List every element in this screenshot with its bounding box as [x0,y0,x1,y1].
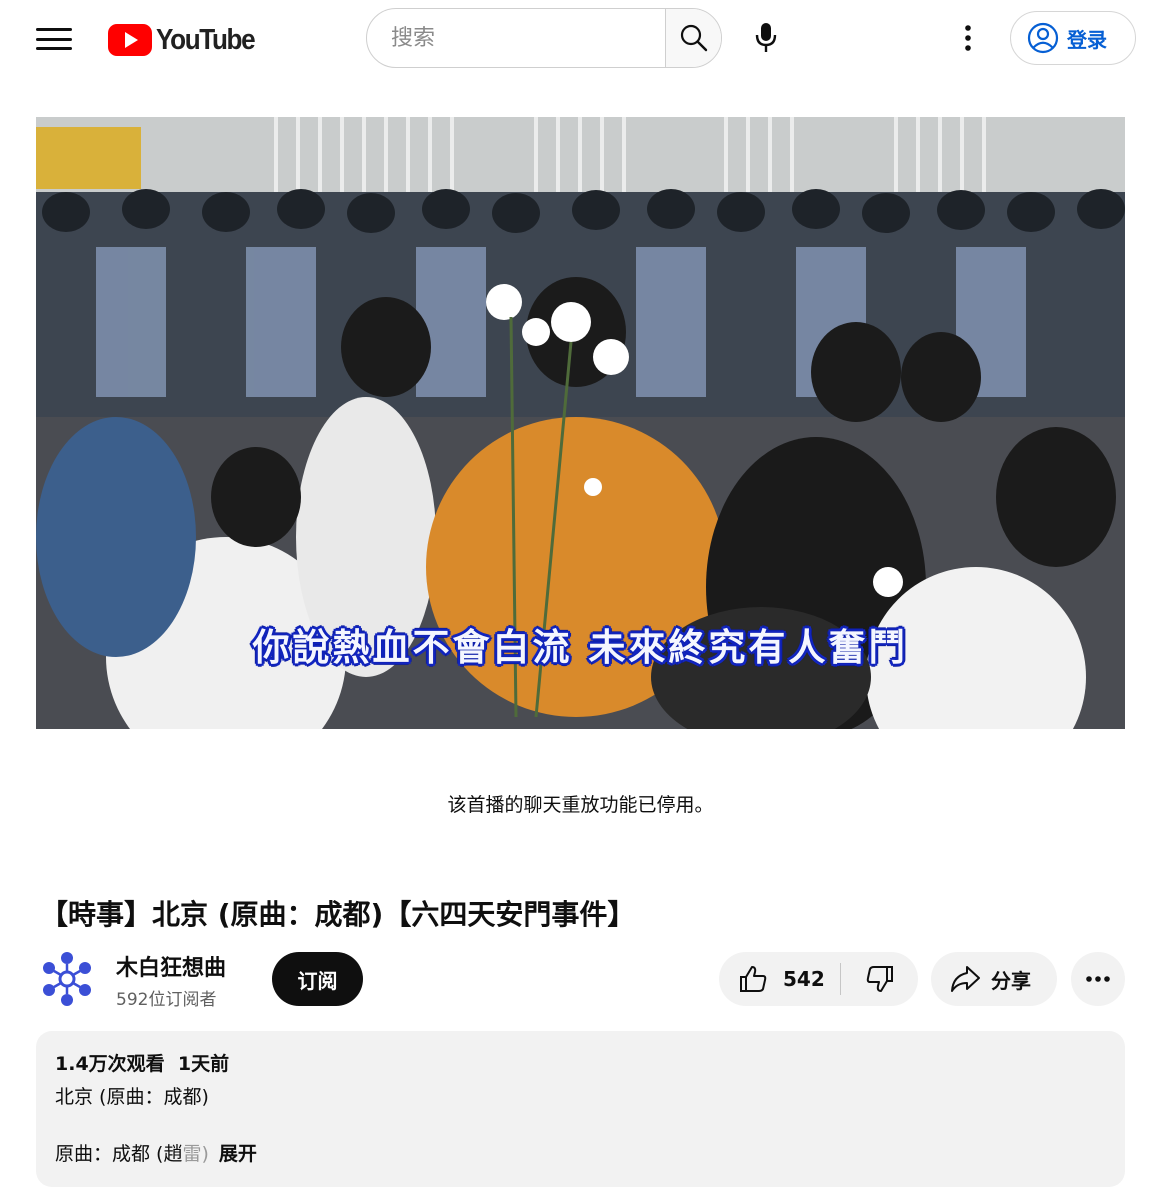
dislike-button[interactable] [841,952,918,1006]
description-box[interactable]: 1.4万次观看 1天前 北京 (原曲：成都) 原曲：成都 (趙雷) 展开 [36,1031,1125,1187]
search-icon [680,24,707,52]
menu-button[interactable] [36,22,72,56]
search-input[interactable] [367,9,665,67]
sign-in-label: 登录 [1067,27,1107,52]
expand-description-button[interactable]: 展开 [219,1143,257,1165]
view-stats: 1.4万次观看 1天前 [55,1049,1106,1076]
description-line: 北京 (原曲：成都) [55,1086,209,1108]
top-bar: YouTube 登录 [0,0,1161,80]
thumbs-down-icon [866,966,893,992]
share-arrow-icon [951,966,980,992]
share-button[interactable]: 分享 [931,952,1057,1006]
description-text: 原曲：成都 (趙 [55,1143,183,1165]
like-count: 542 [783,967,825,991]
chat-replay-notice: 该首播的聊天重放功能已停用。 [447,794,714,816]
sign-in-button[interactable]: 登录 [1010,11,1136,65]
settings-menu-button[interactable] [948,18,988,58]
subscriber-count: 592位订阅者 [116,990,217,1010]
voice-search-button[interactable] [746,18,786,58]
hamburger-menu-icon [36,28,72,31]
microphone-icon [755,23,777,52]
channel-avatar[interactable] [38,950,96,1008]
account-circle-icon [1027,22,1059,54]
like-button[interactable]: 542 [719,952,840,1006]
description-truncated-line: 原曲：成都 (趙雷) 展开 [55,1139,257,1166]
youtube-logo[interactable]: YouTube [108,22,265,58]
video-title: 【時事】北京 (原曲：成都)【六四天安門事件】 [40,898,636,931]
description-faded-text: 雷) [182,1143,209,1165]
vertical-dots-icon [965,25,971,51]
view-count: 1.4万次观看 [55,1053,165,1075]
upload-age: 1天前 [177,1053,230,1075]
subscribe-button[interactable]: 订阅 [272,952,363,1006]
channel-name[interactable]: 木白狂想曲 [116,950,226,982]
thumbs-up-icon [740,966,767,992]
search-box [366,8,722,68]
search-button[interactable] [665,9,721,67]
more-actions-button[interactable] [1071,952,1125,1006]
channel-logo-icon [43,952,91,1006]
like-dislike-group: 542 [719,952,918,1006]
video-subtitle: 你說熱血不會白流 未來終究有人奮鬥 [252,626,909,669]
share-label: 分享 [991,968,1031,993]
horizontal-dots-icon [1086,976,1110,982]
youtube-play-icon [108,24,152,56]
video-player[interactable]: 你說熱血不會白流 未來終究有人奮鬥 [36,117,1125,729]
logo-text: YouTube [156,23,256,56]
